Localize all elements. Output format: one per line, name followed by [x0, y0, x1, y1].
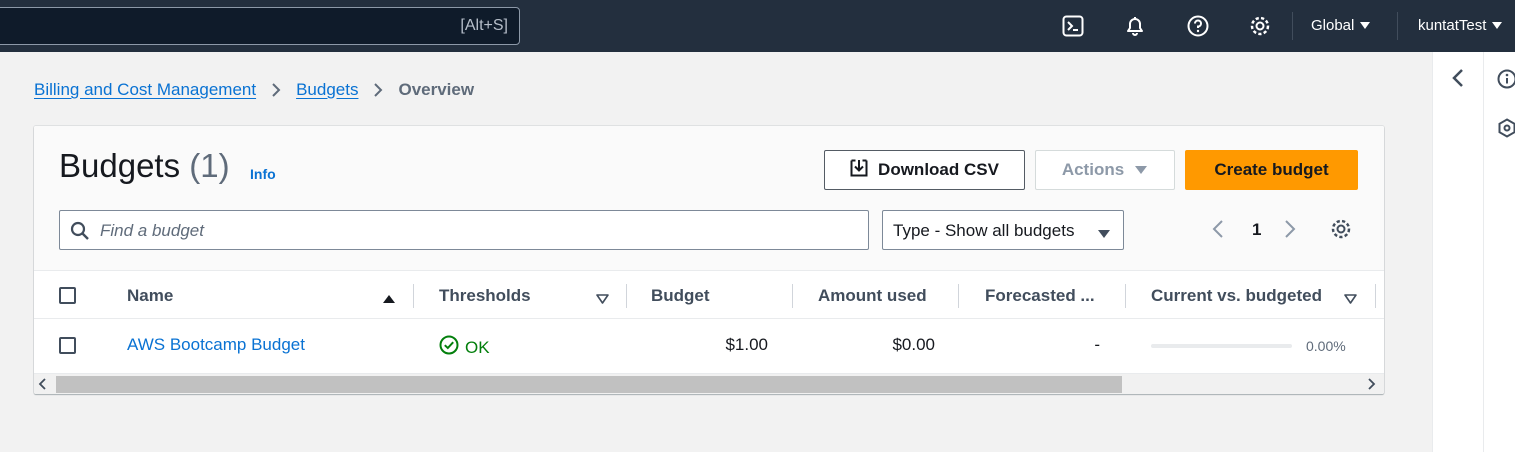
budget-progress-label: 0.00%	[1306, 338, 1346, 354]
budget-count: (1)	[189, 147, 230, 184]
budget-name-link[interactable]: AWS Bootcamp Budget	[127, 335, 305, 355]
create-budget-label: Create budget	[1214, 160, 1329, 179]
column-divider[interactable]	[958, 284, 959, 308]
global-search-input[interactable]: [Alt+S]	[0, 7, 520, 45]
breadcrumb: Billing and Cost Management Budgets Over…	[34, 80, 474, 100]
top-navigation: [Alt+S] Global kuntatTest	[0, 0, 1515, 52]
info-link[interactable]: Info	[250, 166, 276, 182]
page-title-text: Budgets	[59, 147, 181, 184]
forecasted-amount: -	[1094, 335, 1100, 354]
card-header: Budgets (1) Info Download CSV Actions Cr…	[34, 126, 1384, 270]
table-header: Name Thresholds Budget Amount used Forec…	[34, 270, 1384, 319]
column-divider[interactable]	[792, 284, 793, 308]
account-menu[interactable]: kuntatTest	[1418, 17, 1503, 34]
sort-icon[interactable]	[1344, 291, 1357, 309]
breadcrumb-billing[interactable]: Billing and Cost Management	[34, 80, 256, 100]
next-page-icon[interactable]	[1284, 219, 1296, 244]
budget-progress-bar	[1151, 344, 1292, 348]
scroll-left-icon[interactable]	[38, 377, 48, 394]
select-all-checkbox[interactable]	[59, 287, 76, 304]
region-label: Global	[1311, 17, 1355, 34]
scrollbar-thumb[interactable]	[56, 376, 1122, 393]
notifications-icon[interactable]	[1123, 14, 1147, 38]
download-csv-button[interactable]: Download CSV	[824, 150, 1025, 190]
sort-ascending-icon[interactable]	[382, 291, 396, 309]
table-row: AWS Bootcamp Budget OK $1.00 $0.00 - 0.0…	[34, 319, 1384, 373]
find-budget-placeholder: Find a budget	[100, 221, 204, 240]
find-budget-input[interactable]: Find a budget	[59, 210, 869, 250]
tools-panel	[1432, 52, 1515, 452]
budgets-table-container: Budgets (1) Info Download CSV Actions Cr…	[34, 126, 1384, 394]
scroll-right-icon[interactable]	[1366, 377, 1376, 394]
column-divider[interactable]	[1375, 284, 1376, 308]
actions-button[interactable]: Actions	[1035, 150, 1175, 190]
column-header-name[interactable]: Name	[127, 286, 173, 306]
cloudshell-icon[interactable]	[1061, 14, 1085, 38]
column-header-thresholds[interactable]: Thresholds	[439, 286, 531, 306]
settings-icon[interactable]	[1248, 14, 1272, 38]
threshold-status-text: OK	[465, 337, 490, 357]
column-header-forecasted[interactable]: Forecasted ...	[985, 286, 1095, 306]
caret-down-icon	[1360, 22, 1371, 29]
caret-down-icon	[1492, 22, 1503, 29]
caret-down-icon	[1134, 160, 1148, 180]
breadcrumb-current: Overview	[398, 80, 475, 99]
current-page-number[interactable]: 1	[1252, 220, 1261, 240]
panel-divider	[1483, 52, 1484, 452]
breadcrumb-budgets[interactable]: Budgets	[296, 80, 358, 100]
nav-divider	[1397, 12, 1398, 40]
region-selector[interactable]: Global	[1311, 17, 1371, 34]
amount-used: $0.00	[892, 335, 935, 354]
collapse-panel-icon[interactable]	[1451, 68, 1465, 93]
page-title: Budgets (1)	[59, 147, 230, 185]
info-panel-icon[interactable]	[1497, 69, 1515, 94]
budget-type-value: Type - Show all budgets	[893, 221, 1075, 240]
horizontal-scrollbar[interactable]	[34, 373, 1384, 394]
column-header-budget[interactable]: Budget	[651, 286, 710, 306]
download-csv-label: Download CSV	[878, 160, 999, 179]
chevron-right-icon	[256, 82, 296, 98]
create-budget-button[interactable]: Create budget	[1185, 150, 1358, 190]
search-icon	[70, 221, 90, 246]
caret-down-icon	[1097, 224, 1111, 244]
column-header-amount-used[interactable]: Amount used	[818, 286, 927, 306]
actions-label: Actions	[1061, 160, 1125, 179]
column-divider[interactable]	[413, 284, 414, 308]
column-divider[interactable]	[626, 284, 627, 308]
threshold-status: OK	[439, 335, 490, 360]
check-circle-icon	[439, 335, 459, 360]
account-name: kuntatTest	[1418, 17, 1487, 34]
chevron-right-icon	[358, 82, 398, 98]
explore-panel-icon[interactable]	[1497, 118, 1515, 143]
sort-icon[interactable]	[596, 291, 609, 309]
row-select-checkbox[interactable]	[59, 337, 76, 354]
help-icon[interactable]	[1186, 14, 1210, 38]
budget-type-select[interactable]: Type - Show all budgets	[882, 210, 1124, 250]
budget-amount: $1.00	[725, 335, 768, 354]
search-shortcut-hint: [Alt+S]	[460, 17, 508, 34]
previous-page-icon[interactable]	[1212, 219, 1224, 244]
nav-divider	[1292, 12, 1293, 40]
column-divider[interactable]	[1125, 284, 1126, 308]
column-header-current-vs-budgeted[interactable]: Current vs. budgeted	[1151, 286, 1322, 306]
table-preferences-icon[interactable]	[1330, 218, 1352, 245]
download-icon	[850, 159, 868, 182]
